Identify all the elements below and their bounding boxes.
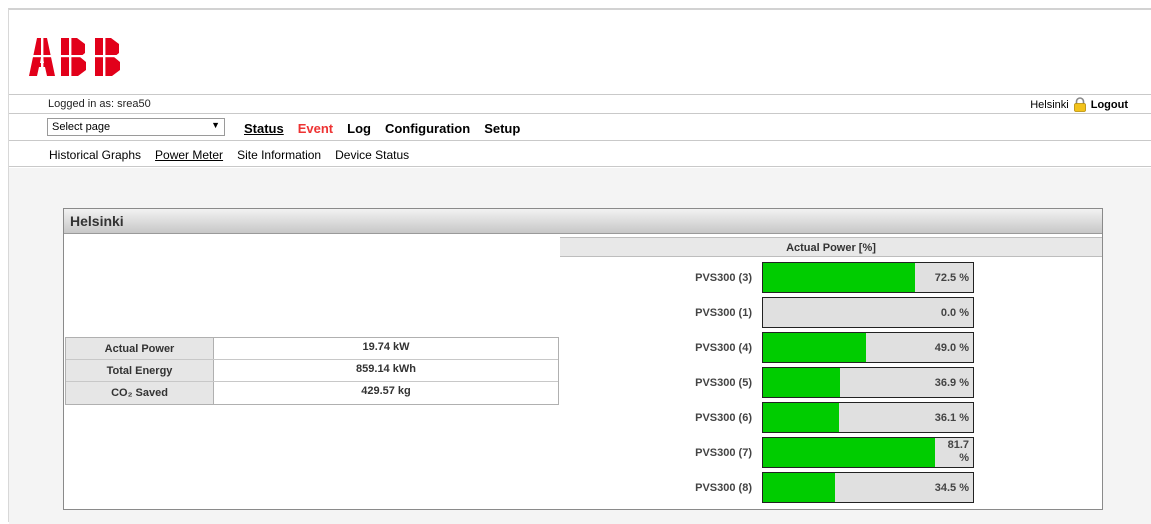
subnav-device-status[interactable]: Device Status — [335, 148, 409, 162]
stat-value: 859.14 kWh — [356, 363, 416, 375]
power-bar-fill — [763, 438, 935, 467]
chevron-down-icon[interactable]: ▼ — [211, 120, 220, 130]
power-percent-label: 34.5 % — [934, 482, 969, 494]
subnav-site-information[interactable]: Site Information — [237, 148, 321, 162]
device-name: PVS300 (6) — [695, 412, 752, 424]
device-name: PVS300 (4) — [695, 342, 752, 354]
panel-title: Helsinki — [64, 209, 1102, 234]
stat-label: CO₂ Saved — [66, 382, 214, 404]
stats-table: Actual Power 19.74 kW Total Energy 859.1… — [65, 337, 559, 405]
device-row: PVS300 (6) 36.1 % — [560, 401, 1102, 436]
subnav-power-meter[interactable]: Power Meter — [155, 148, 223, 162]
power-bar: 34.5 % — [762, 472, 974, 503]
power-bar: 81.7 % — [762, 437, 974, 468]
device-name: PVS300 (1) — [695, 307, 752, 319]
subnav-historical-graphs[interactable]: Historical Graphs — [49, 148, 141, 162]
logged-in-label: Logged in as: srea50 — [48, 98, 151, 110]
power-bar-fill — [763, 403, 839, 432]
power-percent-label: 72.5 % — [934, 272, 969, 284]
power-bar: 49.0 % — [762, 332, 974, 363]
power-bar-fill — [763, 333, 866, 362]
site-logout-group: Helsinki Logout — [1030, 97, 1128, 112]
device-name: PVS300 (8) — [695, 482, 752, 494]
stat-label: Total Energy — [66, 360, 214, 381]
nav-log[interactable]: Log — [347, 121, 371, 136]
stats-row-actual-power: Actual Power 19.74 kW — [66, 338, 558, 360]
power-percent-label: 36.9 % — [934, 377, 969, 389]
power-bar: 0.0 % — [762, 297, 974, 328]
main-nav: Status Event Log Configuration Setup — [244, 121, 520, 136]
power-bar: 36.9 % — [762, 367, 974, 398]
power-bar-fill — [763, 368, 841, 397]
abb-logo — [29, 36, 131, 78]
site-panel: Helsinki Actual Power 19.74 kW Total Ene… — [63, 208, 1103, 510]
stat-value: 19.74 kW — [362, 341, 410, 353]
device-row: PVS300 (1) 0.0 % — [560, 296, 1102, 331]
menu-bar: Select page ▼ Status Event Log Configura… — [9, 115, 1151, 141]
device-power-list: PVS300 (3) 72.5 % PVS300 (1) 0.0 % PVS300 (4… — [560, 261, 1102, 506]
device-row: PVS300 (4) 49.0 % — [560, 331, 1102, 366]
device-name: PVS300 (5) — [695, 377, 752, 389]
lock-icon[interactable] — [1073, 97, 1087, 112]
site-name: Helsinki — [1030, 98, 1069, 111]
device-row: PVS300 (3) 72.5 % — [560, 261, 1102, 296]
logout-link[interactable]: Logout — [1091, 99, 1128, 111]
power-percent-label: 81.7 % — [947, 439, 969, 464]
actual-power-header: Actual Power [%] — [560, 237, 1102, 257]
power-percent-label: 49.0 % — [934, 342, 969, 354]
page-frame: Logged in as: srea50 Helsinki Logout Sel… — [8, 8, 1151, 524]
nav-event[interactable]: Event — [298, 121, 333, 136]
stats-row-co2-saved: CO₂ Saved 429.57 kg — [66, 382, 558, 404]
select-page-value: Select page — [52, 121, 111, 133]
power-percent-label: 0.0 % — [940, 307, 969, 319]
stats-row-total-energy: Total Energy 859.14 kWh — [66, 360, 558, 382]
select-page-dropdown[interactable]: Select page ▼ — [47, 118, 225, 136]
device-name: PVS300 (3) — [695, 272, 752, 284]
nav-setup[interactable]: Setup — [484, 121, 520, 136]
sub-nav: Historical Graphs Power Meter Site Infor… — [9, 143, 1151, 167]
power-bar: 72.5 % — [762, 262, 974, 293]
device-row: PVS300 (5) 36.9 % — [560, 366, 1102, 401]
content-area: Helsinki Actual Power 19.74 kW Total Ene… — [9, 168, 1151, 524]
stat-label: Actual Power — [66, 338, 214, 359]
power-bar-fill — [763, 473, 836, 502]
nav-configuration[interactable]: Configuration — [385, 121, 470, 136]
stat-value: 429.57 kg — [361, 385, 411, 397]
power-percent-label: 36.1 % — [934, 412, 969, 424]
nav-status[interactable]: Status — [244, 121, 284, 136]
login-bar: Logged in as: srea50 Helsinki Logout — [9, 94, 1151, 114]
device-row: PVS300 (7) 81.7 % — [560, 436, 1102, 471]
device-row: PVS300 (8) 34.5 % — [560, 471, 1102, 506]
power-bar-fill — [763, 263, 916, 292]
device-name: PVS300 (7) — [695, 447, 752, 459]
power-bar: 36.1 % — [762, 402, 974, 433]
